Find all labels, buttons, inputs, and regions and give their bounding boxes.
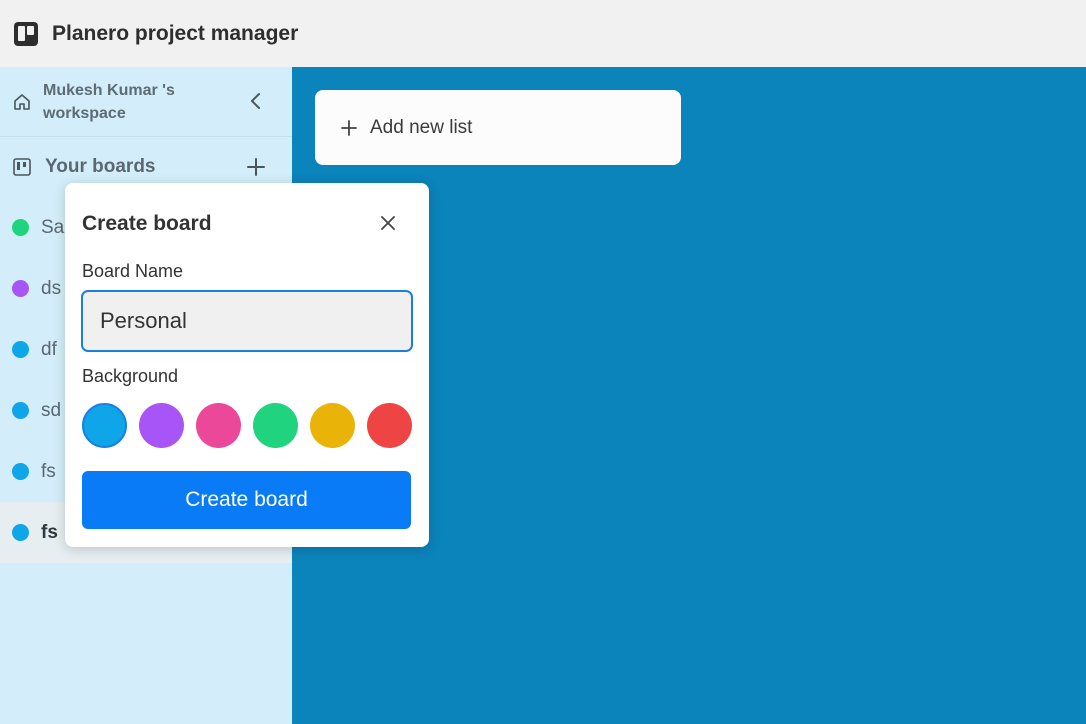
- board-label: fs: [41, 521, 58, 543]
- board-color-dot: [12, 524, 29, 541]
- add-new-list-button[interactable]: Add new list: [315, 90, 681, 165]
- board-label: Sa: [41, 216, 65, 238]
- board-label: ds: [41, 277, 62, 299]
- board-color-dot: [12, 219, 29, 236]
- board-label: sd: [41, 399, 62, 421]
- board-name-input[interactable]: [81, 290, 413, 352]
- planero-logo-icon: [14, 21, 38, 46]
- boards-icon: [13, 158, 31, 176]
- board-color-dot: [12, 463, 29, 480]
- board-color-dot: [12, 280, 29, 297]
- board-name-label: Board Name: [82, 261, 184, 281]
- board-label: fs: [41, 460, 56, 482]
- close-icon[interactable]: [379, 214, 397, 232]
- add-new-list-label: Add new list: [370, 116, 473, 138]
- board-color-dot: [12, 341, 29, 358]
- color-swatch[interactable]: [253, 403, 298, 448]
- create-board-button[interactable]: Create board: [82, 471, 411, 529]
- color-swatch[interactable]: [196, 403, 241, 448]
- your-boards-label: Your boards: [45, 156, 156, 177]
- home-icon: [14, 93, 30, 110]
- background-label: Background: [82, 366, 179, 386]
- color-swatch[interactable]: [310, 403, 355, 448]
- color-swatch[interactable]: [139, 403, 184, 448]
- chevron-left-icon[interactable]: [246, 91, 266, 111]
- workspace-header: Mukesh Kumar 's workspace: [0, 67, 292, 137]
- app-title: Planero project manager: [52, 21, 299, 45]
- add-board-icon[interactable]: [245, 156, 267, 178]
- background-swatches: [82, 403, 412, 448]
- create-board-popover: Create board Board Name Background Creat…: [65, 183, 429, 547]
- board-color-dot: [12, 402, 29, 419]
- board-label: df: [41, 338, 57, 360]
- color-swatch[interactable]: [367, 403, 412, 448]
- create-board-title: Create board: [82, 212, 212, 235]
- top-bar: Planero project manager: [0, 0, 1086, 67]
- workspace-name: Mukesh Kumar 's workspace: [43, 81, 175, 122]
- color-swatch[interactable]: [82, 403, 127, 448]
- plus-icon: [341, 119, 357, 136]
